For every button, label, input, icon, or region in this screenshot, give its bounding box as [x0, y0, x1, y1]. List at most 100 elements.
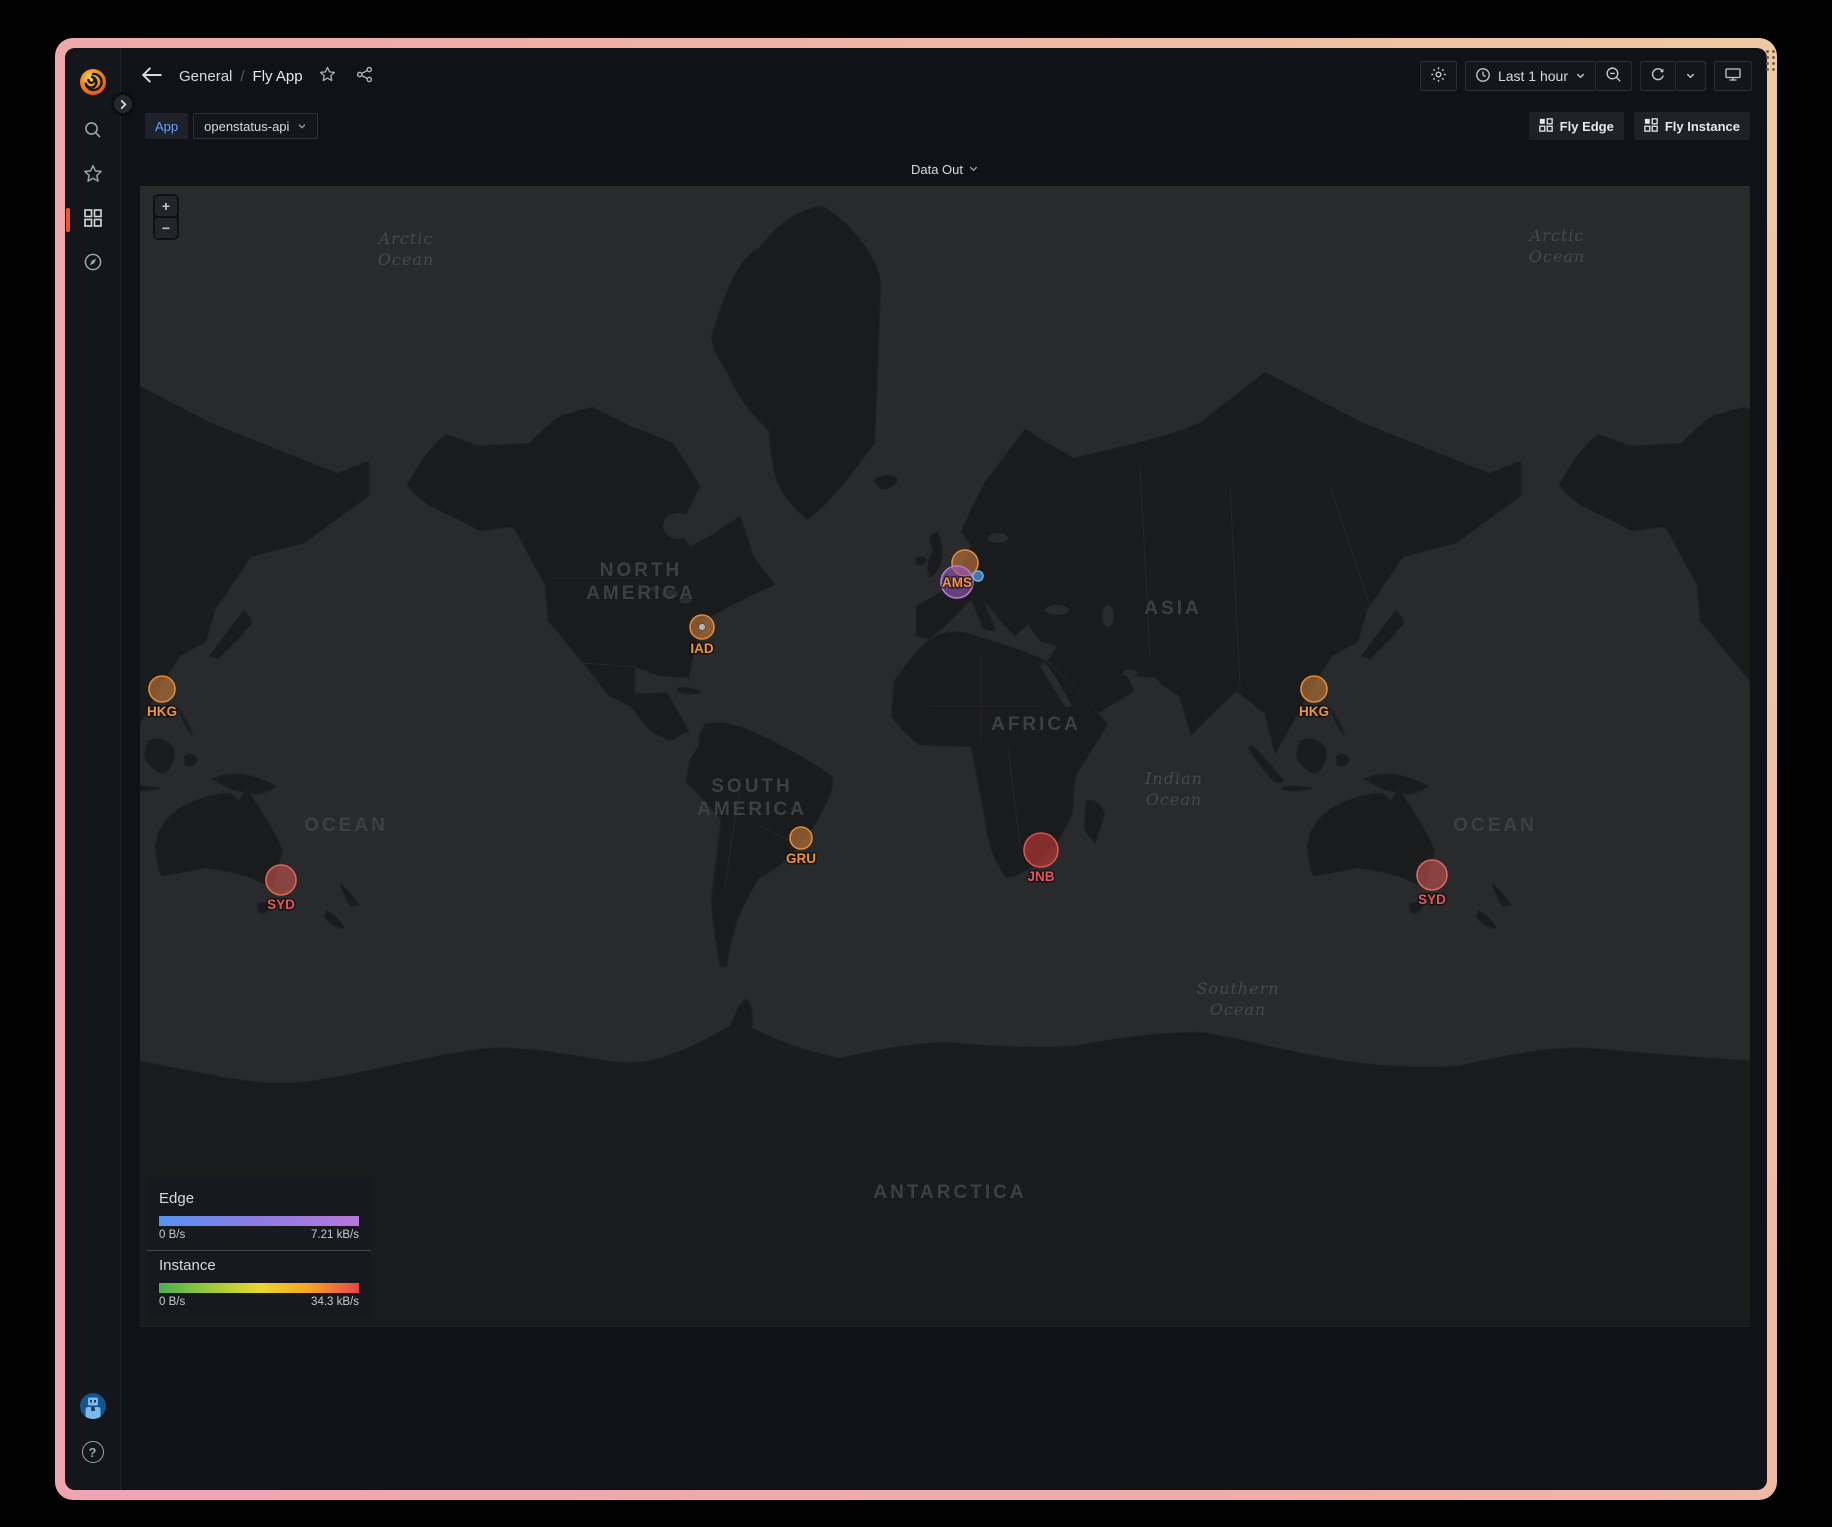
star-icon: [83, 164, 103, 189]
map-label: OCEAN: [304, 815, 388, 836]
sidebar-item-help[interactable]: ?: [73, 1430, 113, 1474]
map-marker-syd[interactable]: SYD: [266, 865, 296, 912]
map-label: Ocean: [1210, 1000, 1266, 1019]
world-map[interactable]: ArcticOceanArcticOceanNORTHAMERICAASIAAF…: [140, 186, 1750, 1327]
link-label: Fly Instance: [1665, 119, 1740, 134]
map-label: Ocean: [1529, 247, 1585, 266]
sidebar-item-profile[interactable]: [73, 1386, 113, 1430]
map-marker-label: SYD: [1418, 892, 1446, 907]
zoom-out-time-button[interactable]: [1596, 61, 1632, 91]
dashboard-toolbar: App openstatus-api: [121, 104, 1767, 148]
map-label: SOUTH: [711, 776, 793, 797]
time-range-label: Last 1 hour: [1498, 68, 1568, 84]
map-label: ASIA: [1144, 598, 1201, 619]
monitor-icon: [1724, 66, 1742, 86]
arrow-left-icon: [141, 66, 163, 87]
map-label: AMERICA: [586, 583, 696, 604]
map-label: Southern: [1196, 979, 1279, 998]
map-marker-syd[interactable]: SYD: [1417, 860, 1447, 907]
map-marker[interactable]: [973, 571, 983, 581]
gear-icon: [1430, 66, 1447, 86]
star-outline-icon: [319, 66, 336, 86]
clock-icon: [1475, 67, 1491, 86]
compass-icon: [83, 252, 103, 277]
map-label: ANTARCTICA: [873, 1182, 1026, 1203]
grafana-logo[interactable]: [73, 62, 113, 102]
chevron-down-icon: [297, 119, 307, 134]
magnifier-minus-icon: [1605, 66, 1622, 86]
search-icon: [83, 120, 103, 145]
sidebar-item-search[interactable]: [73, 110, 113, 154]
map-marker-label: HKG: [1299, 704, 1329, 719]
template-variable: App openstatus-api: [145, 113, 318, 139]
geomap-panel: Data Out: [140, 152, 1750, 1327]
share-dashboard-button[interactable]: [352, 62, 377, 90]
variable-label: App: [145, 113, 188, 139]
panel-header[interactable]: Data Out: [140, 152, 1750, 186]
refresh-button[interactable]: [1640, 61, 1676, 91]
apps-grid-icon: [1539, 118, 1553, 135]
map-zoom-controls: + −: [153, 194, 179, 240]
map-canvas[interactable]: ArcticOceanArcticOceanNORTHAMERICAASIAAF…: [140, 186, 1750, 1327]
map-marker-label: GRU: [786, 851, 816, 866]
link-label: Fly Edge: [1560, 119, 1614, 134]
top-navigation-bar: General / Fly App: [121, 48, 1767, 104]
legend-max-value: 34.3 kB/s: [311, 1296, 359, 1308]
map-label: NORTH: [600, 560, 683, 581]
map-label: Ocean: [1146, 790, 1202, 809]
map-marker-iad[interactable]: IAD: [690, 615, 714, 656]
chevron-down-icon: [968, 162, 979, 177]
legend-max-value: 7.21 kB/s: [311, 1229, 359, 1241]
map-marker-label: AMS: [942, 575, 972, 590]
legend-min-value: 0 B/s: [159, 1229, 185, 1241]
legend-gradient-bar: [159, 1216, 359, 1226]
sidebar: ?: [65, 48, 121, 1490]
dashboard-links: Fly Edge Fly Instance: [1529, 112, 1750, 140]
breadcrumb: General / Fly App: [179, 68, 303, 85]
legend-min-value: 0 B/s: [159, 1296, 185, 1308]
tv-mode-button[interactable]: [1714, 61, 1752, 91]
dashboard-link-fly-edge[interactable]: Fly Edge: [1529, 112, 1624, 140]
window-frame: ?: [55, 38, 1777, 1500]
user-avatar: [79, 1392, 107, 1425]
sidebar-item-dashboards[interactable]: [73, 198, 113, 242]
map-marker-label: JNB: [1027, 869, 1054, 884]
map-label: OCEAN: [1453, 815, 1537, 836]
legend-section-title: Instance: [159, 1257, 359, 1274]
favorite-dashboard-button[interactable]: [315, 62, 340, 90]
zoom-in-button[interactable]: +: [155, 196, 177, 216]
map-marker-ams[interactable]: AMS: [941, 566, 973, 598]
share-icon: [356, 66, 373, 86]
back-button[interactable]: [137, 62, 167, 91]
panel-title: Data Out: [911, 162, 963, 177]
breadcrumb-section[interactable]: General: [179, 68, 232, 85]
main-content: General / Fly App: [121, 48, 1767, 1490]
legend-minmax-row: 0 B/s 34.3 kB/s: [159, 1296, 359, 1308]
chevron-down-icon: [1575, 68, 1586, 84]
variable-value-dropdown[interactable]: openstatus-api: [193, 113, 318, 139]
dashboard-settings-button[interactable]: [1420, 61, 1457, 91]
refresh-icon: [1650, 67, 1666, 86]
legend-section-title: Edge: [159, 1190, 359, 1207]
chevron-down-icon: [1685, 68, 1696, 84]
map-label: Arctic: [1528, 226, 1585, 245]
time-range-picker[interactable]: Last 1 hour: [1465, 61, 1596, 91]
map-marker-jnb[interactable]: JNB: [1024, 833, 1058, 884]
map-label: AMERICA: [697, 799, 807, 820]
zoom-out-button[interactable]: −: [155, 218, 177, 238]
map-label: Indian: [1144, 769, 1203, 788]
sidebar-expand-button[interactable]: [111, 92, 135, 116]
sidebar-item-starred[interactable]: [73, 154, 113, 198]
dashboard-canvas: Data Out: [121, 148, 1767, 1490]
refresh-controls: [1640, 61, 1706, 91]
sidebar-item-explore[interactable]: [73, 242, 113, 286]
variable-selected-value: openstatus-api: [204, 119, 289, 134]
apps-grid-icon: [1644, 118, 1658, 135]
grafana-window: ?: [65, 48, 1767, 1490]
map-marker-hkg[interactable]: HKG: [1299, 676, 1329, 719]
desktop-background: ?: [0, 0, 1832, 1527]
dashboard-link-fly-instance[interactable]: Fly Instance: [1634, 112, 1750, 140]
map-marker-hkg[interactable]: HKG: [147, 676, 177, 719]
refresh-interval-dropdown[interactable]: [1676, 61, 1706, 91]
help-icon: ?: [82, 1441, 104, 1463]
